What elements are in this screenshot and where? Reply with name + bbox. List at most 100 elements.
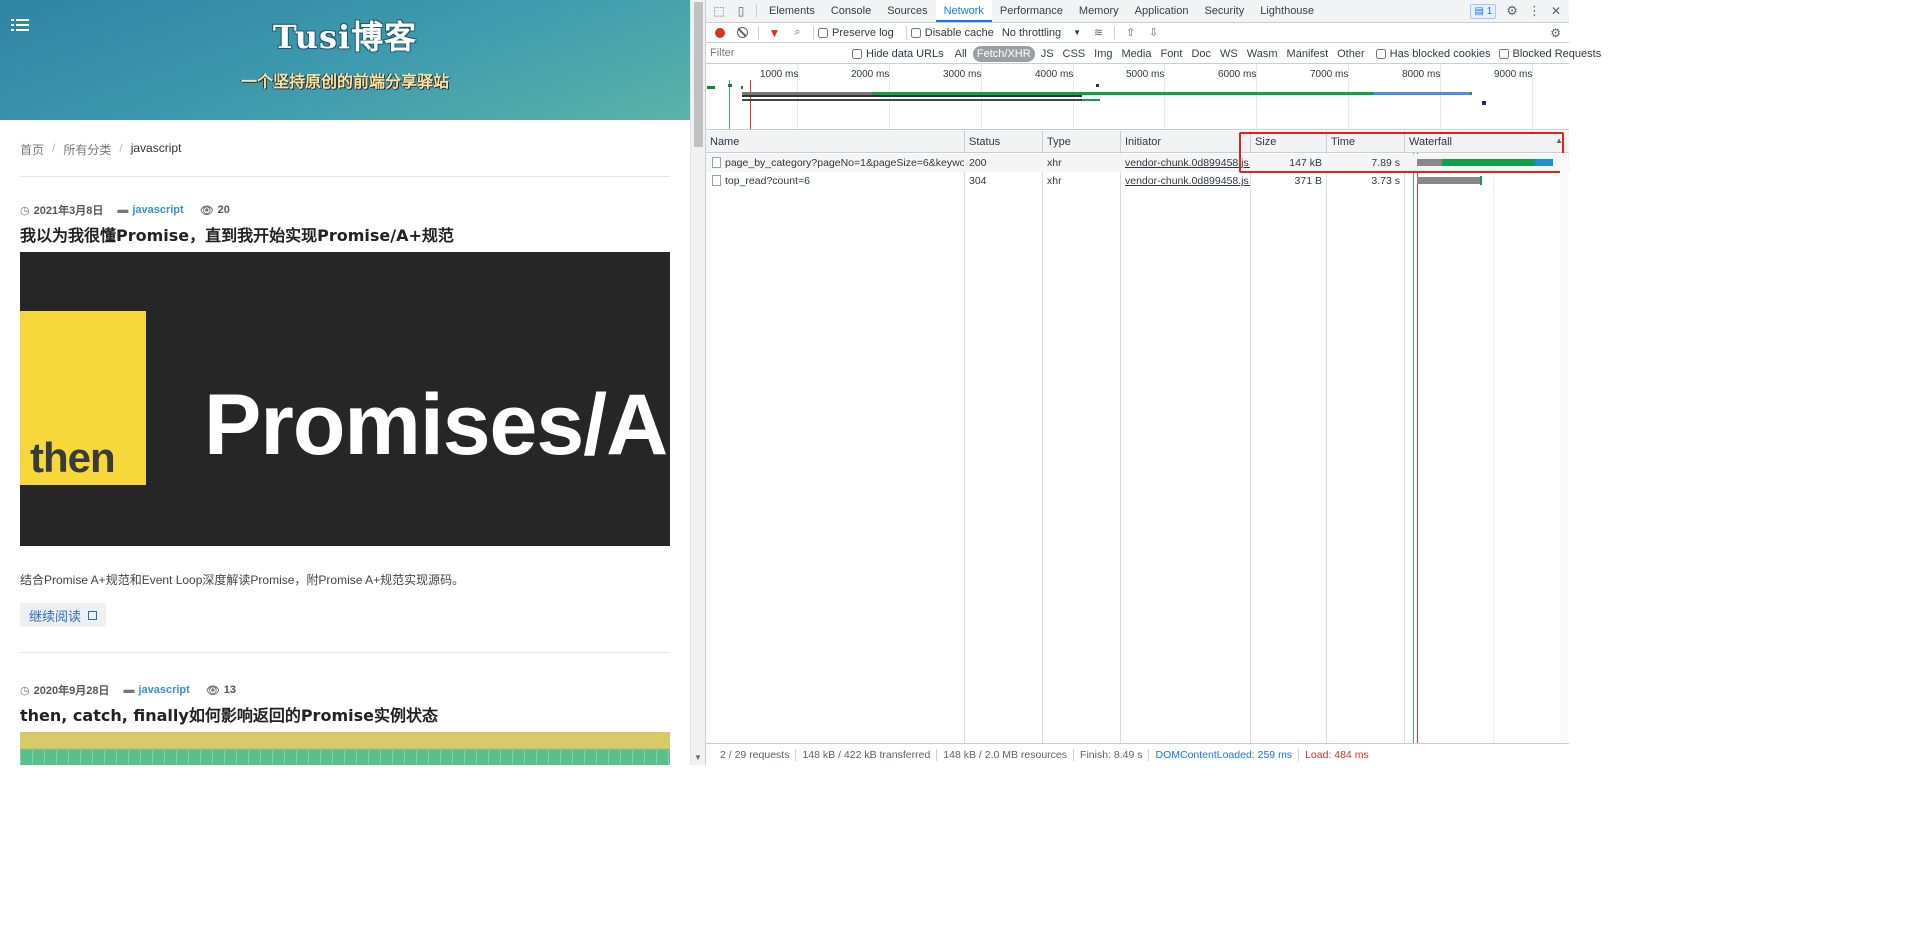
tab-sources[interactable]: Sources <box>879 0 935 22</box>
issues-count: 1 <box>1486 5 1493 17</box>
read-more-label: 继续阅读 <box>29 608 82 624</box>
post-title[interactable]: then, catch, finally如何影响返回的Promise实例状态 <box>20 702 438 726</box>
cover-small-text: then <box>30 434 116 481</box>
network-overview-timeline[interactable]: 1000 ms 2000 ms 3000 ms 4000 ms 5000 ms … <box>706 64 1569 130</box>
device-toolbar-icon[interactable]: ▯ <box>730 0 752 22</box>
column-header-time[interactable]: Time <box>1327 131 1405 153</box>
folder-icon: ▬ <box>123 684 135 696</box>
status-finish: Finish: 8.49 s <box>1074 748 1150 761</box>
blocked-requests-checkbox[interactable]: Blocked Requests <box>1498 48 1601 60</box>
column-header-type[interactable]: Type <box>1043 131 1121 153</box>
disable-cache-label: Disable cache <box>924 26 994 39</box>
network-settings-gear-icon[interactable]: ⚙ <box>1550 26 1561 40</box>
type-filter-other[interactable]: Other <box>1334 46 1368 62</box>
post-meta: ◷ 2021年3月8日 ▬ javascript 👁 20 <box>20 202 230 218</box>
post-cover-image[interactable] <box>20 732 670 765</box>
post-category-link[interactable]: javascript <box>138 684 189 696</box>
post-cover-image[interactable]: then Promises/A <box>20 252 670 546</box>
request-status: 304 <box>969 175 987 187</box>
filter-input[interactable] <box>708 45 844 62</box>
disable-cache-input[interactable] <box>910 27 921 38</box>
type-filter-all[interactable]: All <box>952 46 970 62</box>
search-button[interactable]: ⌕ <box>786 23 809 43</box>
filter-toggle-button[interactable]: ▼ <box>763 23 786 43</box>
throttling-select[interactable]: No throttling ▼ <box>1002 27 1081 39</box>
devtools-panel: ⬚ ▯ Elements Console Sources Network Per… <box>705 0 1601 765</box>
column-header-initiator[interactable]: Initiator <box>1121 131 1251 153</box>
page-scrollbar[interactable]: ▼ <box>690 0 705 765</box>
type-filter-fetch-xhr[interactable]: Fetch/XHR <box>972 45 1035 62</box>
requests-table-header: Name Status Type Initiator Size Time Wat… <box>706 131 1569 153</box>
type-filter-manifest[interactable]: Manifest <box>1284 46 1332 62</box>
divider <box>20 652 670 653</box>
request-name-cell: top_read?count=6 <box>706 172 964 190</box>
type-filter-img[interactable]: Img <box>1091 46 1115 62</box>
scrollbar-thumb[interactable] <box>694 2 703 147</box>
disable-cache-checkbox[interactable]: Disable cache <box>910 26 994 39</box>
blocked-requests-input[interactable] <box>1498 48 1509 59</box>
tab-performance[interactable]: Performance <box>992 0 1071 22</box>
close-icon[interactable]: ✕ <box>1551 4 1561 18</box>
request-name: page_by_category?pageNo=1&pageSize=6&key… <box>725 157 964 169</box>
has-blocked-cookies-input[interactable] <box>1375 48 1386 59</box>
breadcrumb-separator: / <box>119 141 123 155</box>
tab-network[interactable]: Network <box>935 0 992 22</box>
table-row[interactable]: page_by_category?pageNo=1&pageSize=6&key… <box>706 154 1569 172</box>
inspect-element-icon[interactable]: ⬚ <box>708 0 730 22</box>
more-options-icon[interactable]: ⋮ <box>1528 3 1541 19</box>
type-filter-ws[interactable]: WS <box>1217 46 1241 62</box>
scroll-down-arrow-icon[interactable]: ▼ <box>694 753 702 762</box>
network-conditions-wifi-icon[interactable]: ≋ <box>1087 23 1110 43</box>
preserve-log-checkbox[interactable]: Preserve log <box>818 27 894 39</box>
type-filter-media[interactable]: Media <box>1119 46 1155 62</box>
waterfall-ttfb-segment <box>1442 159 1535 166</box>
type-filter-doc[interactable]: Doc <box>1188 46 1214 62</box>
type-filter-wasm[interactable]: Wasm <box>1244 46 1281 62</box>
tab-console[interactable]: Console <box>823 0 879 22</box>
tab-elements[interactable]: Elements <box>761 0 823 22</box>
read-more-button[interactable]: 继续阅读 <box>20 603 107 627</box>
request-size: 147 kB <box>1289 157 1322 169</box>
post-views: 20 <box>217 204 230 216</box>
request-initiator-link[interactable]: vendor-chunk.0d899458.js... <box>1125 175 1250 187</box>
overview-tick-label: 1000 ms <box>760 69 799 80</box>
tab-memory[interactable]: Memory <box>1071 0 1127 22</box>
sort-ascending-icon[interactable]: ▲ <box>1555 136 1563 145</box>
import-har-upload-icon[interactable]: ⇧ <box>1119 23 1142 43</box>
eye-icon: 👁 <box>199 204 214 217</box>
clear-button[interactable] <box>731 23 754 43</box>
export-har-download-icon[interactable]: ⇩ <box>1142 23 1165 43</box>
tab-security[interactable]: Security <box>1196 0 1252 22</box>
post-category-link[interactable]: javascript <box>132 204 183 216</box>
filter-funnel-icon: ▼ <box>768 25 781 40</box>
column-header-name[interactable]: Name <box>706 131 965 153</box>
hide-data-urls-checkbox[interactable]: Hide data URLs <box>852 48 944 60</box>
has-blocked-cookies-checkbox[interactable]: Has blocked cookies <box>1375 48 1491 60</box>
blog-title[interactable]: Tusi博客 <box>0 12 690 58</box>
post-title[interactable]: 我以为我很懂Promise，直到我开始实现Promise/A+规范 <box>20 222 454 246</box>
network-toolbar: ▼ ⌕ Preserve log Disable cache No thrott… <box>706 23 1569 43</box>
hide-data-urls-input[interactable] <box>852 48 862 59</box>
clock-icon: ◷ <box>20 684 30 697</box>
post-date: 2020年9月28日 <box>33 685 110 697</box>
request-initiator-link[interactable]: vendor-chunk.0d899458.js... <box>1125 157 1250 169</box>
preserve-log-input[interactable] <box>818 27 828 38</box>
settings-gear-icon[interactable]: ⚙ <box>1506 3 1518 19</box>
issues-badge[interactable]: ▤ 1 <box>1470 3 1497 19</box>
record-button[interactable] <box>708 23 731 43</box>
column-header-waterfall[interactable]: Waterfall <box>1405 131 1569 153</box>
breadcrumb-home[interactable]: 首页 <box>20 141 44 158</box>
hide-data-urls-label: Hide data URLs <box>866 47 944 60</box>
type-filter-css[interactable]: CSS <box>1060 46 1089 62</box>
column-header-size[interactable]: Size <box>1251 131 1327 153</box>
tab-application[interactable]: Application <box>1127 0 1197 22</box>
breadcrumb-all-categories[interactable]: 所有分类 <box>63 141 111 158</box>
tab-lighthouse[interactable]: Lighthouse <box>1252 0 1322 22</box>
devtools-scrollbar[interactable] <box>1560 153 1568 743</box>
type-filter-font[interactable]: Font <box>1157 46 1185 62</box>
type-filter-js[interactable]: JS <box>1038 46 1057 62</box>
column-header-status[interactable]: Status <box>965 131 1043 153</box>
cover-grid-pattern <box>20 750 670 765</box>
table-row[interactable]: top_read?count=6 304 xhr vendor-chunk.0d… <box>706 172 1569 190</box>
dropdown-arrow-icon: ▼ <box>1073 28 1082 37</box>
